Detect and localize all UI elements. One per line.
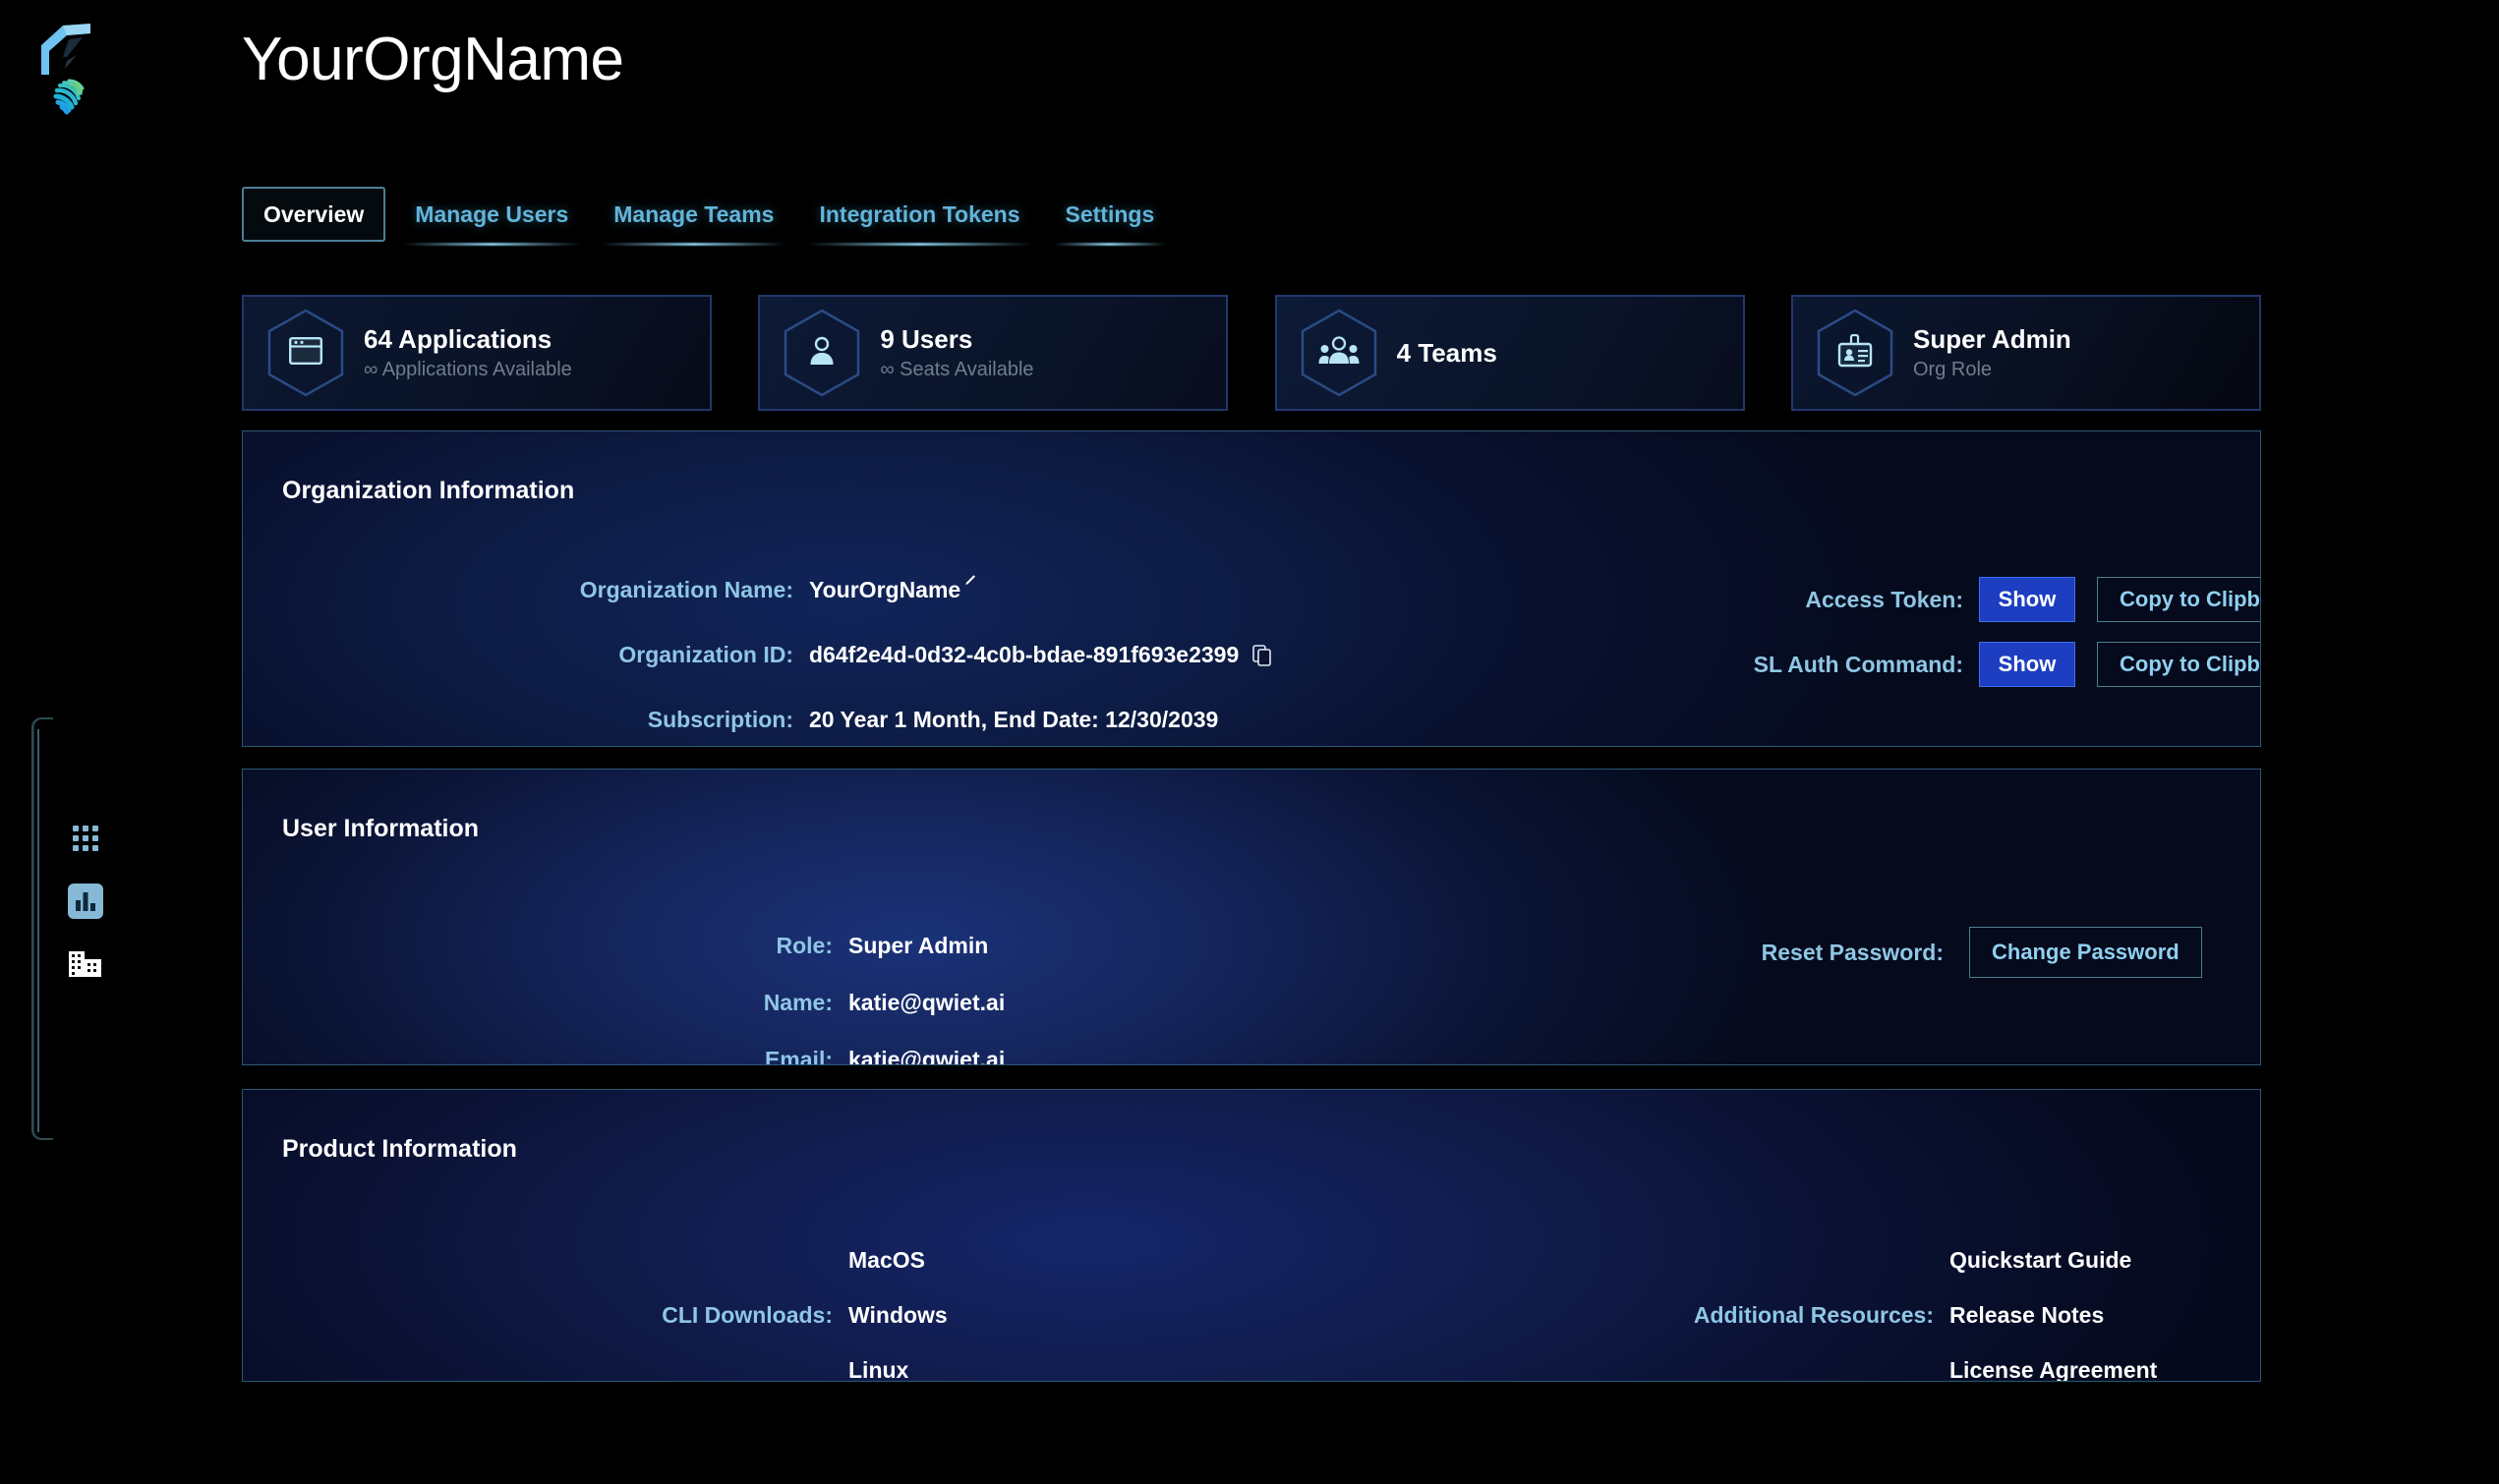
organization-building-icon <box>69 949 102 979</box>
sidebar-item-applications[interactable] <box>63 816 108 861</box>
field-role: Role: Super Admin <box>243 933 989 959</box>
cli-download-link-macos[interactable]: MacOS <box>848 1249 948 1272</box>
stat-card-users[interactable]: 9 Users ∞ Seats Available <box>758 295 1229 411</box>
product-left-column: CLI Downloads: MacOS Windows Linux <box>243 1090 1324 1382</box>
role-label: Role: <box>776 933 834 958</box>
sidebar-dock <box>28 717 118 1140</box>
product-right-column: Additional Resources: Quickstart Guide R… <box>1324 1090 2260 1382</box>
subscription-value: 20 Year 1 Month, End Date: 12/30/2039 <box>809 707 1219 732</box>
field-subscription: Subscription: 20 Year 1 Month, End Date:… <box>243 707 1219 733</box>
page-title: YourOrgName <box>242 26 624 93</box>
email-label: Email: <box>764 1047 833 1065</box>
team-group-icon <box>1318 335 1360 371</box>
access-token-label: Access Token: <box>1805 586 1963 612</box>
name-label: Name: <box>763 990 833 1015</box>
user-information-panel: User Information Role: Super Admin Name:… <box>242 769 2261 1065</box>
field-email: Email: katie@qwiet.ai <box>243 1047 1006 1065</box>
tab-overview[interactable]: Overview <box>242 187 386 242</box>
org-left-column: Organization Name: YourOrgName Organizat… <box>243 431 1324 746</box>
edit-pencil-icon[interactable] <box>962 567 976 594</box>
dock-bracket <box>31 717 53 1140</box>
id-badge-icon <box>1837 333 1873 372</box>
resource-link-release-notes[interactable]: Release Notes <box>1949 1304 2157 1327</box>
product-information-panel: Product Information CLI Downloads: MacOS… <box>242 1089 2261 1382</box>
stat-subtext: ∞ Applications Available <box>364 359 572 381</box>
sl-auth-command-label: SL Auth Command: <box>1753 651 1963 677</box>
hex-frame <box>1815 308 1895 398</box>
stat-card-applications[interactable]: 64 Applications ∞ Applications Available <box>242 295 712 411</box>
copy-icon[interactable] <box>1252 644 1272 666</box>
organization-id-value-wrap: d64f2e4d-0d32-4c0b-bdae-891f693e2399 <box>809 642 1272 668</box>
hex-frame <box>1299 308 1379 398</box>
stat-subtext: Org Role <box>1912 359 1993 381</box>
stat-card-org-role[interactable]: Super Admin Org Role <box>1790 295 2261 411</box>
field-reset-password: Reset Password: Change Password <box>1619 927 2202 978</box>
application-window-icon <box>289 336 323 370</box>
tab-settings[interactable]: Settings <box>1050 187 1171 242</box>
resource-link-quickstart-guide[interactable]: Quickstart Guide <box>1949 1249 2157 1272</box>
field-additional-resources: Additional Resources: Quickstart Guide R… <box>1619 1249 2157 1382</box>
cli-downloads-label: CLI Downloads: <box>662 1302 833 1328</box>
additional-resources-label: Additional Resources: <box>1693 1302 1934 1328</box>
grid-apps-icon <box>72 825 99 852</box>
user-left-column: Role: Super Admin Name: katie@qwiet.ai E… <box>243 770 1324 1064</box>
field-organization-id: Organization ID: d64f2e4d-0d32-4c0b-bdae… <box>243 642 1272 668</box>
organization-name-label: Organization Name: <box>579 577 793 602</box>
name-value: katie@qwiet.ai <box>848 990 1006 1015</box>
user-right-column: Reset Password: Change Password <box>1324 770 2260 1064</box>
sidebar-item-dashboard[interactable] <box>63 879 108 924</box>
cli-download-link-linux[interactable]: Linux <box>848 1359 948 1382</box>
hex-frame <box>265 308 346 398</box>
sl-auth-copy-button[interactable]: Copy to Clipboard <box>2097 642 2260 687</box>
stat-value: 4 Teams <box>1396 337 1497 368</box>
organization-name-value: YourOrgName <box>809 577 961 602</box>
left-sidebar <box>0 0 145 1484</box>
sl-auth-show-button[interactable]: Show <box>1979 642 2075 687</box>
field-access-token: Access Token: Show Copy to Clipboard <box>1658 577 2260 622</box>
email-value: katie@qwiet.ai <box>848 1047 1006 1065</box>
field-cli-downloads: CLI Downloads: MacOS Windows Linux <box>243 1249 948 1382</box>
organization-id-value: d64f2e4d-0d32-4c0b-bdae-891f693e2399 <box>809 642 1240 667</box>
stat-value: 9 Users <box>880 323 973 354</box>
resource-links: Quickstart Guide Release Notes License A… <box>1949 1249 2157 1382</box>
user-icon <box>807 335 837 371</box>
stat-card-teams[interactable]: 4 Teams <box>1274 295 1745 411</box>
tab-integration-tokens[interactable]: Integration Tokens <box>803 187 1035 242</box>
cli-download-links: MacOS Windows Linux <box>848 1249 948 1382</box>
sidebar-item-organization[interactable] <box>63 942 108 987</box>
bar-chart-icon <box>68 884 103 919</box>
role-value: Super Admin <box>848 933 989 958</box>
hex-frame <box>782 308 862 398</box>
field-sl-auth-command: SL Auth Command: Show Copy to Clipboard <box>1658 642 2260 687</box>
field-organization-name: Organization Name: YourOrgName <box>243 575 976 603</box>
change-password-button[interactable]: Change Password <box>1969 927 2202 978</box>
field-name: Name: katie@qwiet.ai <box>243 990 1006 1016</box>
tab-bar: Overview Manage Users Manage Teams Integ… <box>242 187 1170 242</box>
org-right-column: Access Token: Show Copy to Clipboard SL … <box>1324 431 2260 746</box>
subscription-label: Subscription: <box>647 707 793 732</box>
stat-value: 64 Applications <box>364 323 552 354</box>
access-token-copy-button[interactable]: Copy to Clipboard <box>2097 577 2260 622</box>
organization-information-panel: Organization Information Organization Na… <box>242 430 2261 747</box>
cli-download-link-windows[interactable]: Windows <box>848 1304 948 1327</box>
resource-link-license-agreement[interactable]: License Agreement <box>1949 1359 2157 1382</box>
qwiet-ai-logo[interactable] <box>33 18 110 128</box>
stat-card-row: 64 Applications ∞ Applications Available… <box>242 295 2261 411</box>
access-token-show-button[interactable]: Show <box>1979 577 2075 622</box>
stat-value: Super Admin <box>1912 323 2071 354</box>
tab-manage-users[interactable]: Manage Users <box>399 187 584 242</box>
organization-name-value-wrap: YourOrgName <box>809 575 976 603</box>
reset-password-label: Reset Password: <box>1761 939 1944 965</box>
organization-id-label: Organization ID: <box>618 642 793 667</box>
stat-subtext: ∞ Seats Available <box>880 359 1034 381</box>
tab-manage-teams[interactable]: Manage Teams <box>598 187 789 242</box>
